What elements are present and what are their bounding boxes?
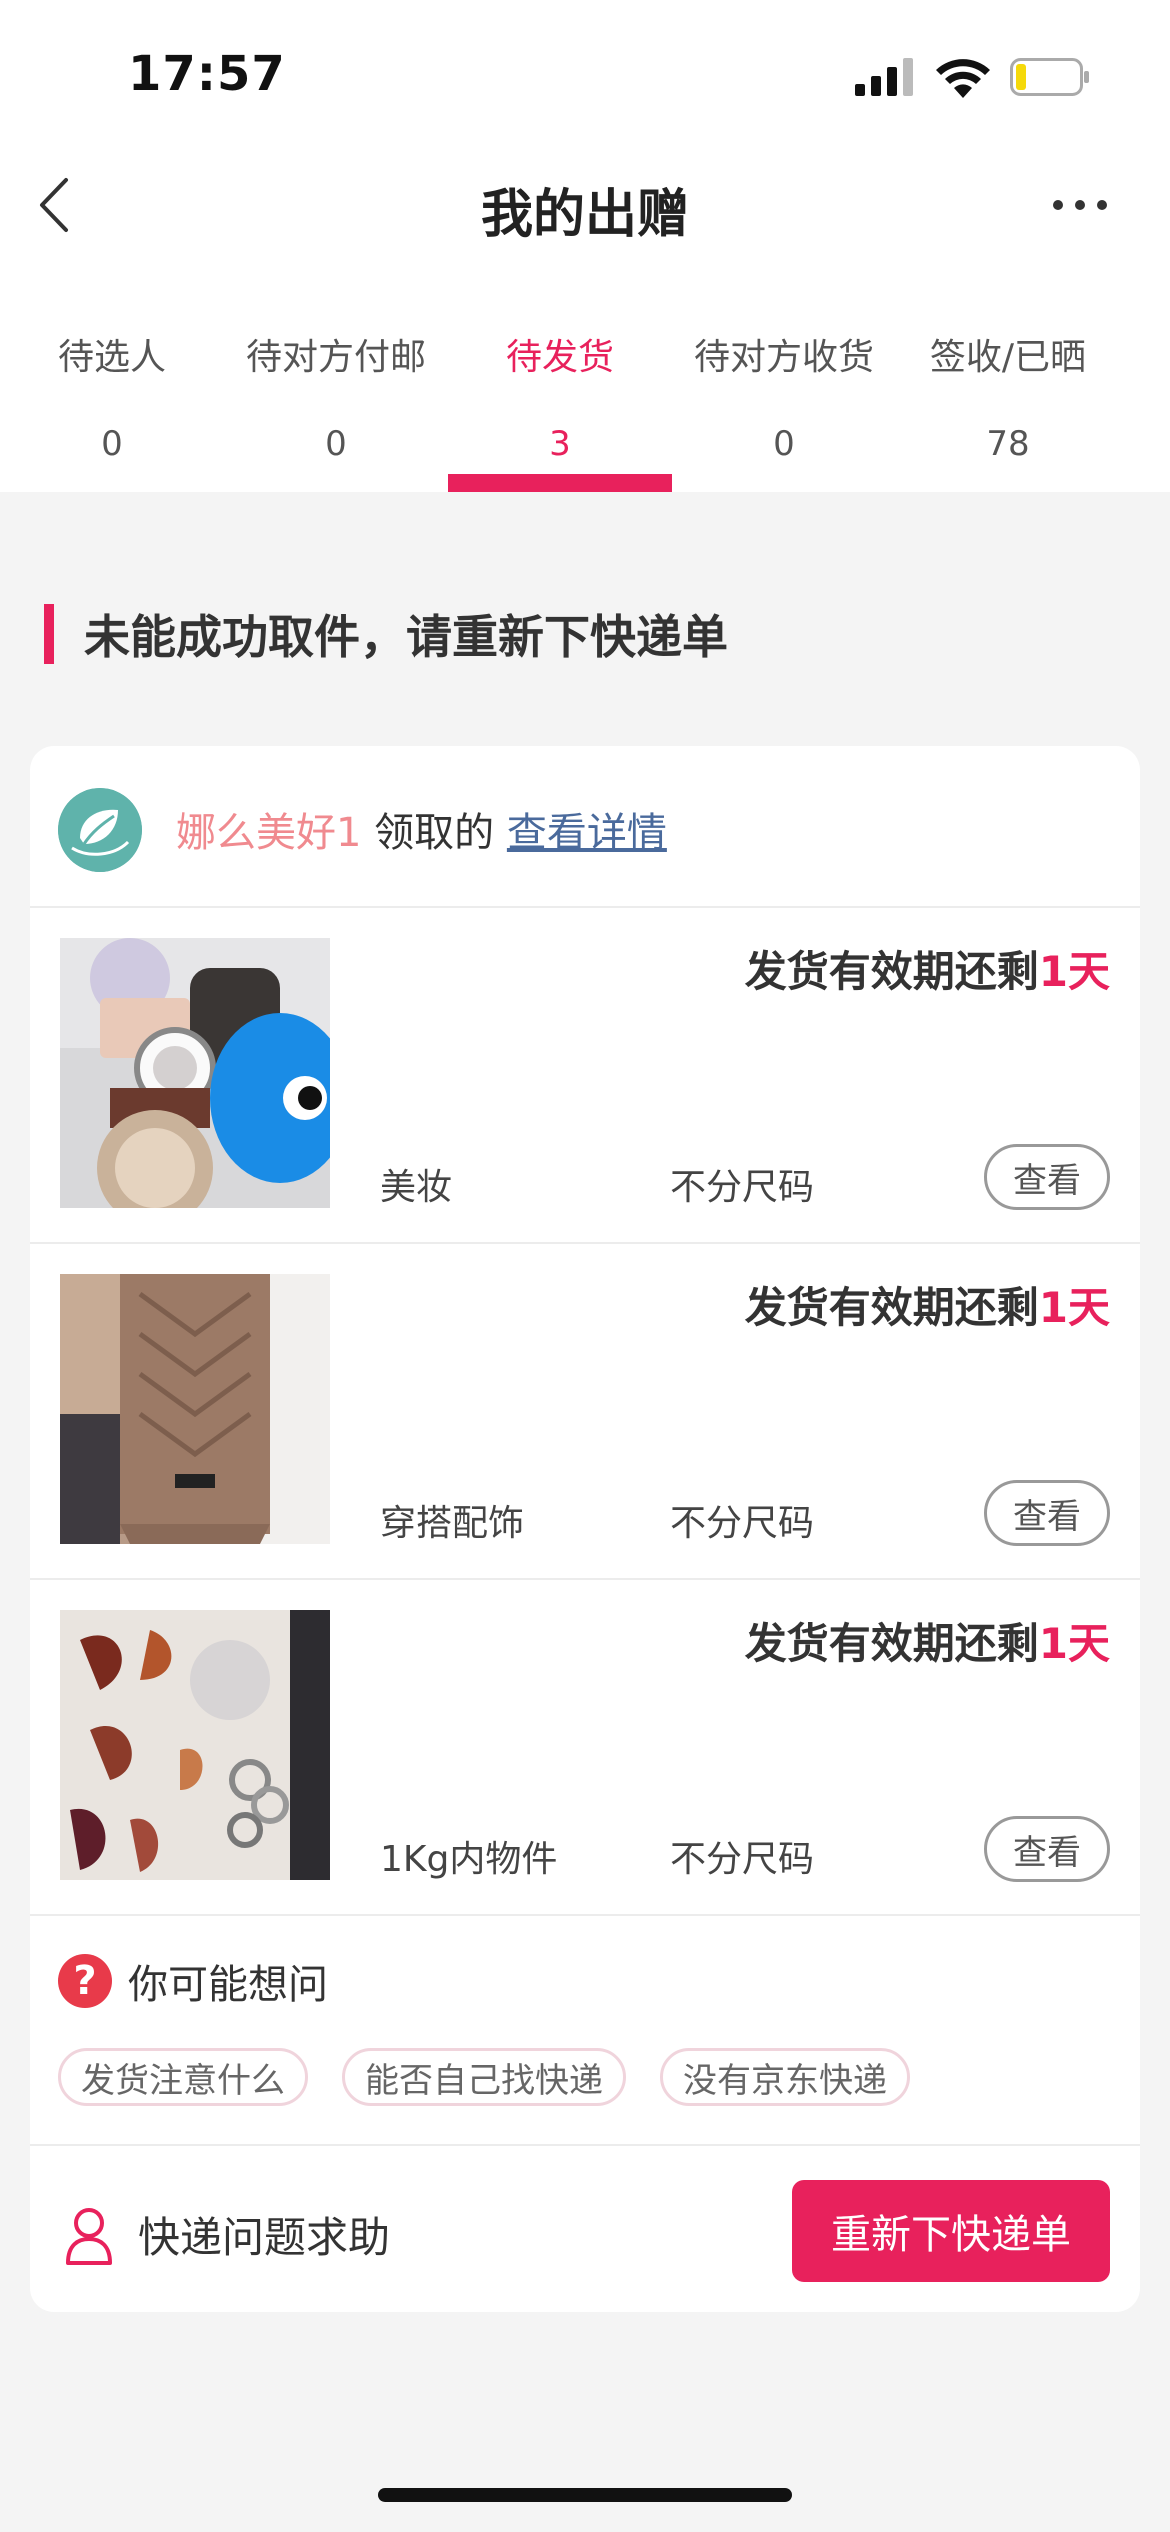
- list-item[interactable]: 发货有效期还剩1天 穿搭配饰 不分尺码 查看: [30, 1244, 1140, 1580]
- faq-chips: 发货注意什么 能否自己找快递 没有京东快递: [58, 2048, 944, 2106]
- avatar[interactable]: [58, 788, 142, 872]
- recipient-line: 娜么美好1 领取的 查看详情: [176, 800, 667, 858]
- item-category: 1Kg内物件: [380, 1839, 558, 1880]
- item-size: 不分尺码: [670, 1839, 815, 1880]
- leaf-logo-icon: [58, 788, 142, 872]
- faq-title: ? 你可能想问: [58, 1952, 328, 2010]
- faq-chip[interactable]: 没有京东快递: [660, 2048, 910, 2106]
- view-button[interactable]: 查看: [984, 1816, 1110, 1882]
- notice-text: 未能成功取件，请重新下快递单: [84, 610, 728, 664]
- faq-section: ? 你可能想问 发货注意什么 能否自己找快递 没有京东快递: [30, 1916, 1140, 2146]
- tab-count: 0: [325, 424, 347, 464]
- question-mark-icon: ?: [58, 1954, 112, 2008]
- tab-label: 待对方收货: [693, 337, 874, 378]
- person-icon: [66, 2207, 112, 2265]
- courier-help-label: 快递问题求助: [138, 2213, 391, 2262]
- received-text: 领取的: [361, 810, 507, 856]
- tab-pending-postage[interactable]: 待对方付邮 0: [224, 320, 448, 492]
- tab-label: 签收/已晒: [929, 337, 1087, 378]
- deadline-prefix: 发货有效期还剩: [744, 1619, 1039, 1668]
- courier-help-link[interactable]: 快递问题求助: [64, 2204, 390, 2265]
- status-time: 17:57: [128, 46, 286, 102]
- shipping-deadline: 发货有效期还剩1天: [745, 938, 1110, 999]
- shipping-deadline: 发货有效期还剩1天: [745, 1274, 1110, 1335]
- wifi-icon: [936, 59, 990, 98]
- tab-received-shared[interactable]: 签收/已晒 78: [896, 320, 1120, 492]
- page-title: 我的出赠: [480, 185, 689, 245]
- item-photo: [60, 1274, 330, 1544]
- more-horizontal-icon[interactable]: [1050, 190, 1110, 220]
- notice-accent-bar: [44, 604, 54, 664]
- shipping-deadline: 发货有效期还剩1天: [745, 1610, 1110, 1671]
- battery-icon: [1010, 58, 1089, 96]
- help-row: 快递问题求助 重新下快递单: [30, 2146, 1140, 2312]
- item-category: 穿搭配饰: [380, 1503, 525, 1544]
- view-button[interactable]: 查看: [984, 1480, 1110, 1546]
- pickup-failed-notice: 未能成功取件，请重新下快递单: [44, 604, 728, 664]
- tab-label: 待选人: [57, 337, 166, 378]
- item-size: 不分尺码: [670, 1503, 815, 1544]
- tab-count: 0: [101, 424, 123, 464]
- item-photo: [60, 1610, 330, 1880]
- item-photo: [60, 938, 330, 1208]
- reorder-courier-button[interactable]: 重新下快递单: [792, 2180, 1110, 2282]
- faq-chip[interactable]: 能否自己找快递: [342, 2048, 626, 2106]
- tab-pending-selection[interactable]: 待选人 0: [0, 320, 224, 492]
- recipient-name[interactable]: 娜么美好1: [176, 810, 361, 856]
- cellular-signal-icon: [855, 58, 913, 96]
- item-category: 美妆: [380, 1167, 453, 1208]
- tab-pending-receipt[interactable]: 待对方收货 0: [672, 320, 896, 492]
- deadline-value: 1天: [1038, 1619, 1110, 1668]
- tab-count: 0: [773, 424, 795, 464]
- view-button[interactable]: 查看: [984, 1144, 1110, 1210]
- faq-title-text: 你可能想问: [128, 1962, 328, 2008]
- faq-chip[interactable]: 发货注意什么: [58, 2048, 308, 2106]
- deadline-prefix: 发货有效期还剩: [744, 947, 1039, 996]
- view-details-link[interactable]: 查看详情: [507, 810, 667, 856]
- list-item[interactable]: 发货有效期还剩1天 美妆 不分尺码 查看: [30, 908, 1140, 1244]
- item-size: 不分尺码: [670, 1167, 815, 1208]
- status-bar: 17:57: [0, 0, 1170, 150]
- status-tabs: 待选人 0 待对方付邮 0 待发货 3 待对方收货 0 签收/已晒 78: [0, 320, 1170, 492]
- tab-count: 3: [549, 424, 571, 464]
- gift-order-card: 娜么美好1 领取的 查看详情 发货有效期还剩1天 美妆 不分尺码 查看 发货有效…: [30, 746, 1140, 2312]
- tab-label: 待发货: [505, 337, 614, 378]
- tab-count: 78: [986, 424, 1030, 464]
- home-indicator[interactable]: [378, 2488, 792, 2502]
- list-item[interactable]: 发货有效期还剩1天 1Kg内物件 不分尺码 查看: [30, 1580, 1140, 1916]
- deadline-value: 1天: [1038, 947, 1110, 996]
- tab-label: 待对方付邮: [245, 337, 426, 378]
- deadline-prefix: 发货有效期还剩: [744, 1283, 1039, 1332]
- card-header: 娜么美好1 领取的 查看详情: [30, 746, 1140, 908]
- deadline-value: 1天: [1038, 1283, 1110, 1332]
- tab-pending-shipment[interactable]: 待发货 3: [448, 320, 672, 492]
